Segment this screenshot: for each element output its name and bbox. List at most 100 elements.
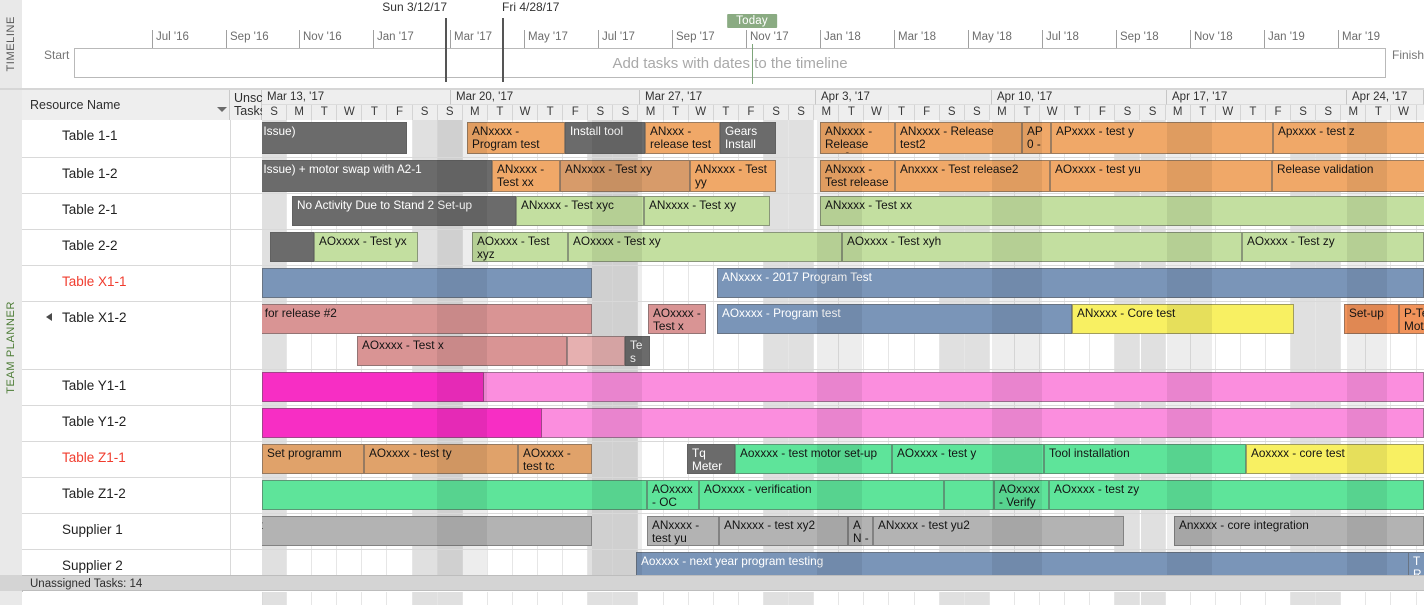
gantt-task-bar[interactable]: ANxxxx - Core test (1072, 304, 1294, 334)
gantt-day-cell[interactable] (613, 266, 639, 301)
gantt-day-cell[interactable] (588, 514, 614, 549)
gantt-task-bar[interactable]: AOxxxx - Test x (357, 336, 567, 366)
gantt-day-cell[interactable] (588, 550, 614, 575)
unassigned-day-cell[interactable] (588, 592, 614, 605)
unassigned-day-cell[interactable] (1316, 592, 1342, 605)
gantt-task-bar[interactable]: AOxxxx - Test xyz (472, 232, 568, 262)
gantt-task-bar[interactable]: Release validation (1272, 160, 1424, 192)
unassigned-day-cell[interactable] (1291, 592, 1317, 605)
gantt-row[interactable]: on / Noise Issue) ANxxxx - Program testIn… (262, 120, 1424, 158)
unassigned-day-cell[interactable] (738, 592, 764, 605)
gantt-day-cell[interactable] (412, 120, 438, 157)
unassigned-day-cell[interactable] (1215, 592, 1241, 605)
gantt-summary-bar[interactable] (262, 268, 592, 298)
unscheduled-tasks-cell[interactable] (230, 120, 262, 157)
unassigned-day-cell[interactable] (789, 592, 815, 605)
unassigned-day-cell[interactable] (1115, 592, 1141, 605)
unscheduled-tasks-cell[interactable] (230, 514, 262, 549)
unassigned-day-cell[interactable] (462, 592, 488, 605)
gantt-task-bar[interactable]: ANxxxx - Test xx (820, 196, 1424, 226)
unassigned-day-cell[interactable] (1015, 592, 1041, 605)
timeline-start-marker[interactable]: Sun 3/12/17 (382, 0, 447, 82)
gantt-day-cell[interactable] (437, 550, 463, 575)
timeline-pan-zoom-box[interactable]: Add tasks with dates to the timeline (74, 48, 1386, 78)
gantt-day-cell[interactable] (1140, 514, 1166, 549)
unassigned-day-cell[interactable] (412, 592, 438, 605)
gantt-task-bar[interactable]: ANxxxx - Test xy (644, 196, 770, 226)
unassigned-day-cell[interactable] (513, 592, 539, 605)
unassigned-day-cell[interactable] (487, 592, 513, 605)
gantt-day-cell[interactable] (412, 550, 438, 575)
gantt-task-bar[interactable]: ANxxxx - 2017 Program Test (717, 268, 1424, 298)
gantt-task-bar[interactable]: Tes pau (625, 336, 650, 366)
gantt-task-bar[interactable]: Set-up (1344, 304, 1399, 334)
gantt-task-bar[interactable]: Gears Install (720, 122, 776, 154)
resource-row-table-2-1[interactable]: Table 2-1 (22, 194, 262, 230)
unassigned-day-cell[interactable] (864, 592, 890, 605)
gantt-day-cell[interactable] (362, 550, 388, 575)
gantt-task-bar[interactable]: AOxxxx - Test yx (314, 232, 418, 262)
gantt-task-bar[interactable]: AP0 - (1022, 122, 1051, 154)
gantt-day-cell[interactable] (513, 550, 539, 575)
gantt-day-cell[interactable] (789, 194, 815, 229)
resource-row-table-y1-2[interactable]: Table Y1-2 (22, 406, 262, 442)
gantt-day-cell[interactable] (663, 266, 689, 301)
unassigned-day-cell[interactable] (613, 592, 639, 605)
gantt-day-cell[interactable] (563, 550, 589, 575)
unscheduled-tasks-cell[interactable] (230, 158, 262, 193)
unscheduled-tasks-cell[interactable] (230, 442, 262, 477)
unassigned-day-cell[interactable] (1266, 592, 1292, 605)
unassigned-day-cell[interactable] (387, 592, 413, 605)
gantt-task-bar[interactable]: ANxxxx - Release test2 (895, 122, 1022, 154)
gantt-task-bar[interactable]: Anxxxx - Test release2 (895, 160, 1050, 192)
gantt-day-cell[interactable] (312, 550, 338, 575)
gantt-task-bar[interactable]: AOxxxx - test ty (364, 444, 518, 474)
gantt-task-bar[interactable]: Aoxxxx - core test (1246, 444, 1424, 474)
gantt-task-bar[interactable]: AOxxxx - Test x (648, 304, 706, 334)
unassigned-day-cell[interactable] (312, 592, 338, 605)
gantt-task-bar[interactable]: AOxxxx - Test xyh (842, 232, 1242, 262)
resource-row-supplier-2[interactable]: Supplier 2 (22, 550, 262, 575)
unscheduled-tasks-cell[interactable] (230, 478, 262, 513)
gantt-task-bar[interactable]: AOxxxx - Verify (994, 480, 1049, 510)
unscheduled-tasks-cell[interactable] (230, 266, 262, 301)
unassigned-tasks-row[interactable] (22, 592, 1424, 605)
unassigned-day-cell[interactable] (337, 592, 363, 605)
unassigned-day-cell[interactable] (638, 592, 664, 605)
gantt-summary-bar[interactable] (262, 480, 647, 510)
unscheduled-tasks-cell[interactable] (230, 230, 262, 265)
gantt-day-cell[interactable] (588, 442, 614, 477)
unassigned-day-cell[interactable] (1090, 592, 1116, 605)
gantt-task-bar[interactable]: AOxxxx - test yu (1050, 160, 1272, 192)
gantt-task-bar[interactable]: AOxxxx - test tc (518, 444, 592, 474)
unassigned-day-cell[interactable] (362, 592, 388, 605)
unscheduled-tasks-cell[interactable] (230, 302, 262, 369)
gantt-day-cell[interactable] (688, 266, 714, 301)
unassigned-day-cell[interactable] (764, 592, 790, 605)
timeline-finish-marker[interactable]: Fri 4/28/17 (502, 0, 559, 82)
gantt-task-bar[interactable]: AOxxxx - test zy (1049, 480, 1424, 510)
unscheduled-tasks-cell[interactable] (230, 406, 262, 441)
gantt-task-bar[interactable]: Tq Meter (687, 444, 735, 474)
gantt-task-bar[interactable]: Aoxxxx - next year program testing (636, 552, 1422, 575)
gantt-summary-bar[interactable] (270, 232, 314, 262)
gantt-row[interactable]: AOxxxx - OC AOxxxx - verification AOxxxx -… (262, 478, 1424, 514)
unassigned-day-cell[interactable] (262, 592, 288, 605)
gantt-task-bar[interactable]: on / Noise Issue) (262, 122, 407, 154)
gantt-row[interactable]: AOxxxx - Test yx AOxxxx - Test xyz AOxxxx … (262, 230, 1424, 266)
gantt-task-bar[interactable]: before test (262, 516, 592, 546)
gantt-row[interactable]: Set programm AOxxxx - test ty AOxxxx - tes… (262, 442, 1424, 478)
gantt-day-cell[interactable] (663, 442, 689, 477)
unassigned-day-cell[interactable] (1240, 592, 1266, 605)
gantt-task-bar[interactable]: dation test for release #2 (262, 304, 592, 334)
gantt-task-bar[interactable]: Set programm (262, 444, 364, 474)
gantt-task-bar[interactable]: AOxxxx - test y (892, 444, 1044, 474)
gantt-task-bar[interactable]: Apxxxx - test z (1273, 122, 1424, 154)
unassigned-day-cell[interactable] (839, 592, 865, 605)
unassigned-day-cell[interactable] (914, 592, 940, 605)
unassigned-day-cell[interactable] (1366, 592, 1392, 605)
gantt-day-cell[interactable] (538, 550, 564, 575)
gantt-task-bar[interactable]: AOxxxx - Test xy (568, 232, 842, 262)
gantt-summary-bar[interactable] (262, 372, 484, 402)
gantt-day-cell[interactable] (262, 194, 288, 229)
